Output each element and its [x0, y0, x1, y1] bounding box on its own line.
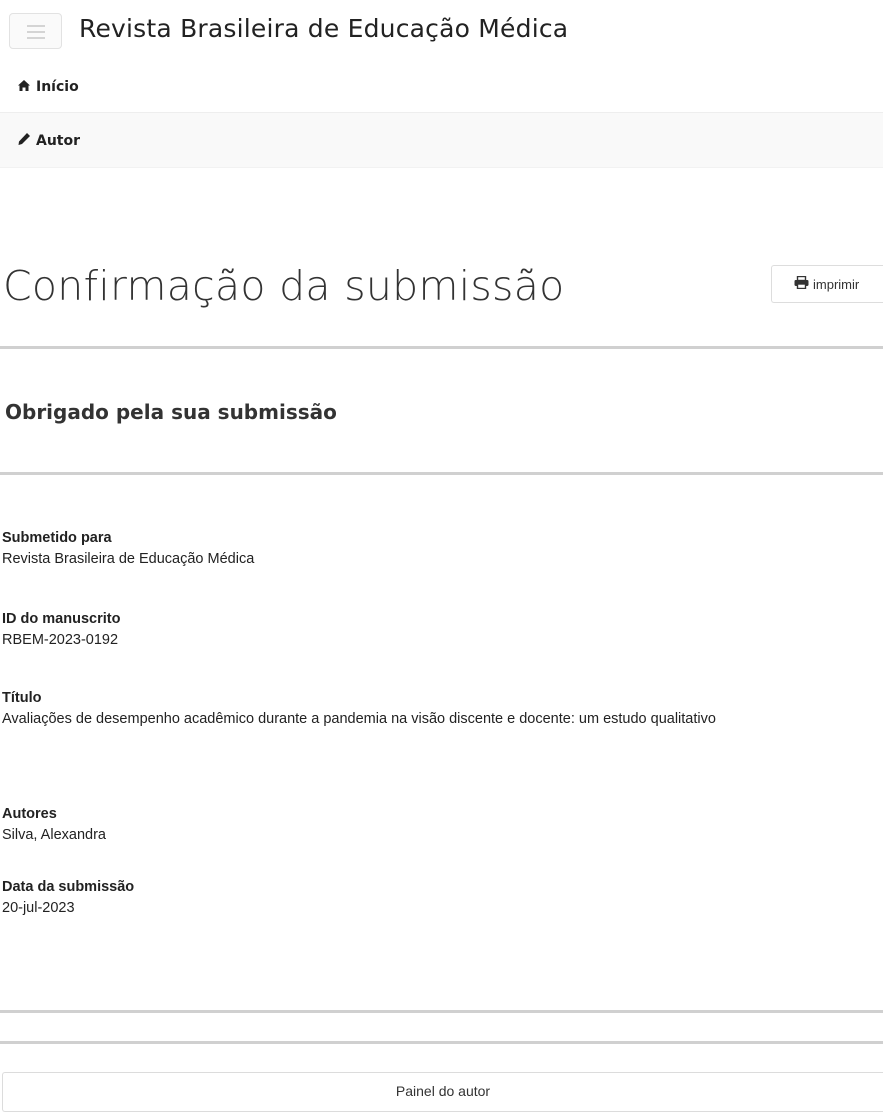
nav-item-home[interactable]: Início — [0, 66, 883, 112]
nav-item-author-label: Autor — [36, 133, 81, 149]
confirmation-subtitle: Obrigado pela sua submissão — [5, 400, 337, 424]
nav-item-author[interactable]: Autor — [0, 112, 883, 168]
divider — [0, 1010, 883, 1013]
divider — [0, 472, 883, 475]
field-label: ID do manuscrito — [2, 611, 121, 627]
field-submission-date: Data da submissão 20-jul-2023 — [2, 879, 862, 919]
print-button[interactable]: imprimir — [771, 265, 883, 303]
field-label: Data da submissão — [2, 879, 135, 895]
field-label: Título — [2, 690, 42, 706]
hamburger-menu-icon — [27, 25, 45, 27]
print-button-label: imprimir — [813, 276, 860, 292]
field-value: Avaliações de desempenho acadêmico duran… — [2, 711, 716, 727]
menu-toggle-button[interactable] — [9, 13, 62, 49]
page-title: Confirmação da submissão — [3, 262, 565, 310]
field-value: RBEM-2023-0192 — [2, 632, 119, 648]
field-title: Título Avaliações de desempenho acadêmic… — [2, 690, 862, 730]
field-label: Submetido para — [2, 530, 112, 546]
field-manuscript-id: ID do manuscrito RBEM-2023-0192 — [2, 611, 862, 651]
divider — [0, 346, 883, 349]
field-submitted-to: Submetido para Revista Brasileira de Edu… — [2, 530, 862, 570]
field-value: Silva, Alexandra — [2, 827, 106, 843]
field-label: Autores — [2, 806, 57, 822]
home-icon — [18, 80, 32, 94]
printer-icon — [794, 275, 813, 292]
journal-brand[interactable]: Revista Brasileira de Educação Médica — [79, 14, 568, 43]
field-authors: Autores Silva, Alexandra — [2, 806, 862, 846]
author-dashboard-label: Painel do autor — [395, 1083, 491, 1099]
top-navbar: Revista Brasileira de Educação Médica — [0, 0, 883, 66]
nav-item-home-label: Início — [36, 79, 79, 95]
divider — [0, 1041, 883, 1044]
pencil-icon — [18, 133, 32, 148]
hamburger-menu-icon-bar — [27, 31, 45, 33]
author-dashboard-button[interactable]: Painel do autor — [2, 1072, 883, 1112]
field-value: 20-jul-2023 — [2, 900, 75, 916]
field-value: Revista Brasileira de Educação Médica — [2, 551, 255, 567]
hamburger-menu-icon-bar — [27, 37, 45, 39]
